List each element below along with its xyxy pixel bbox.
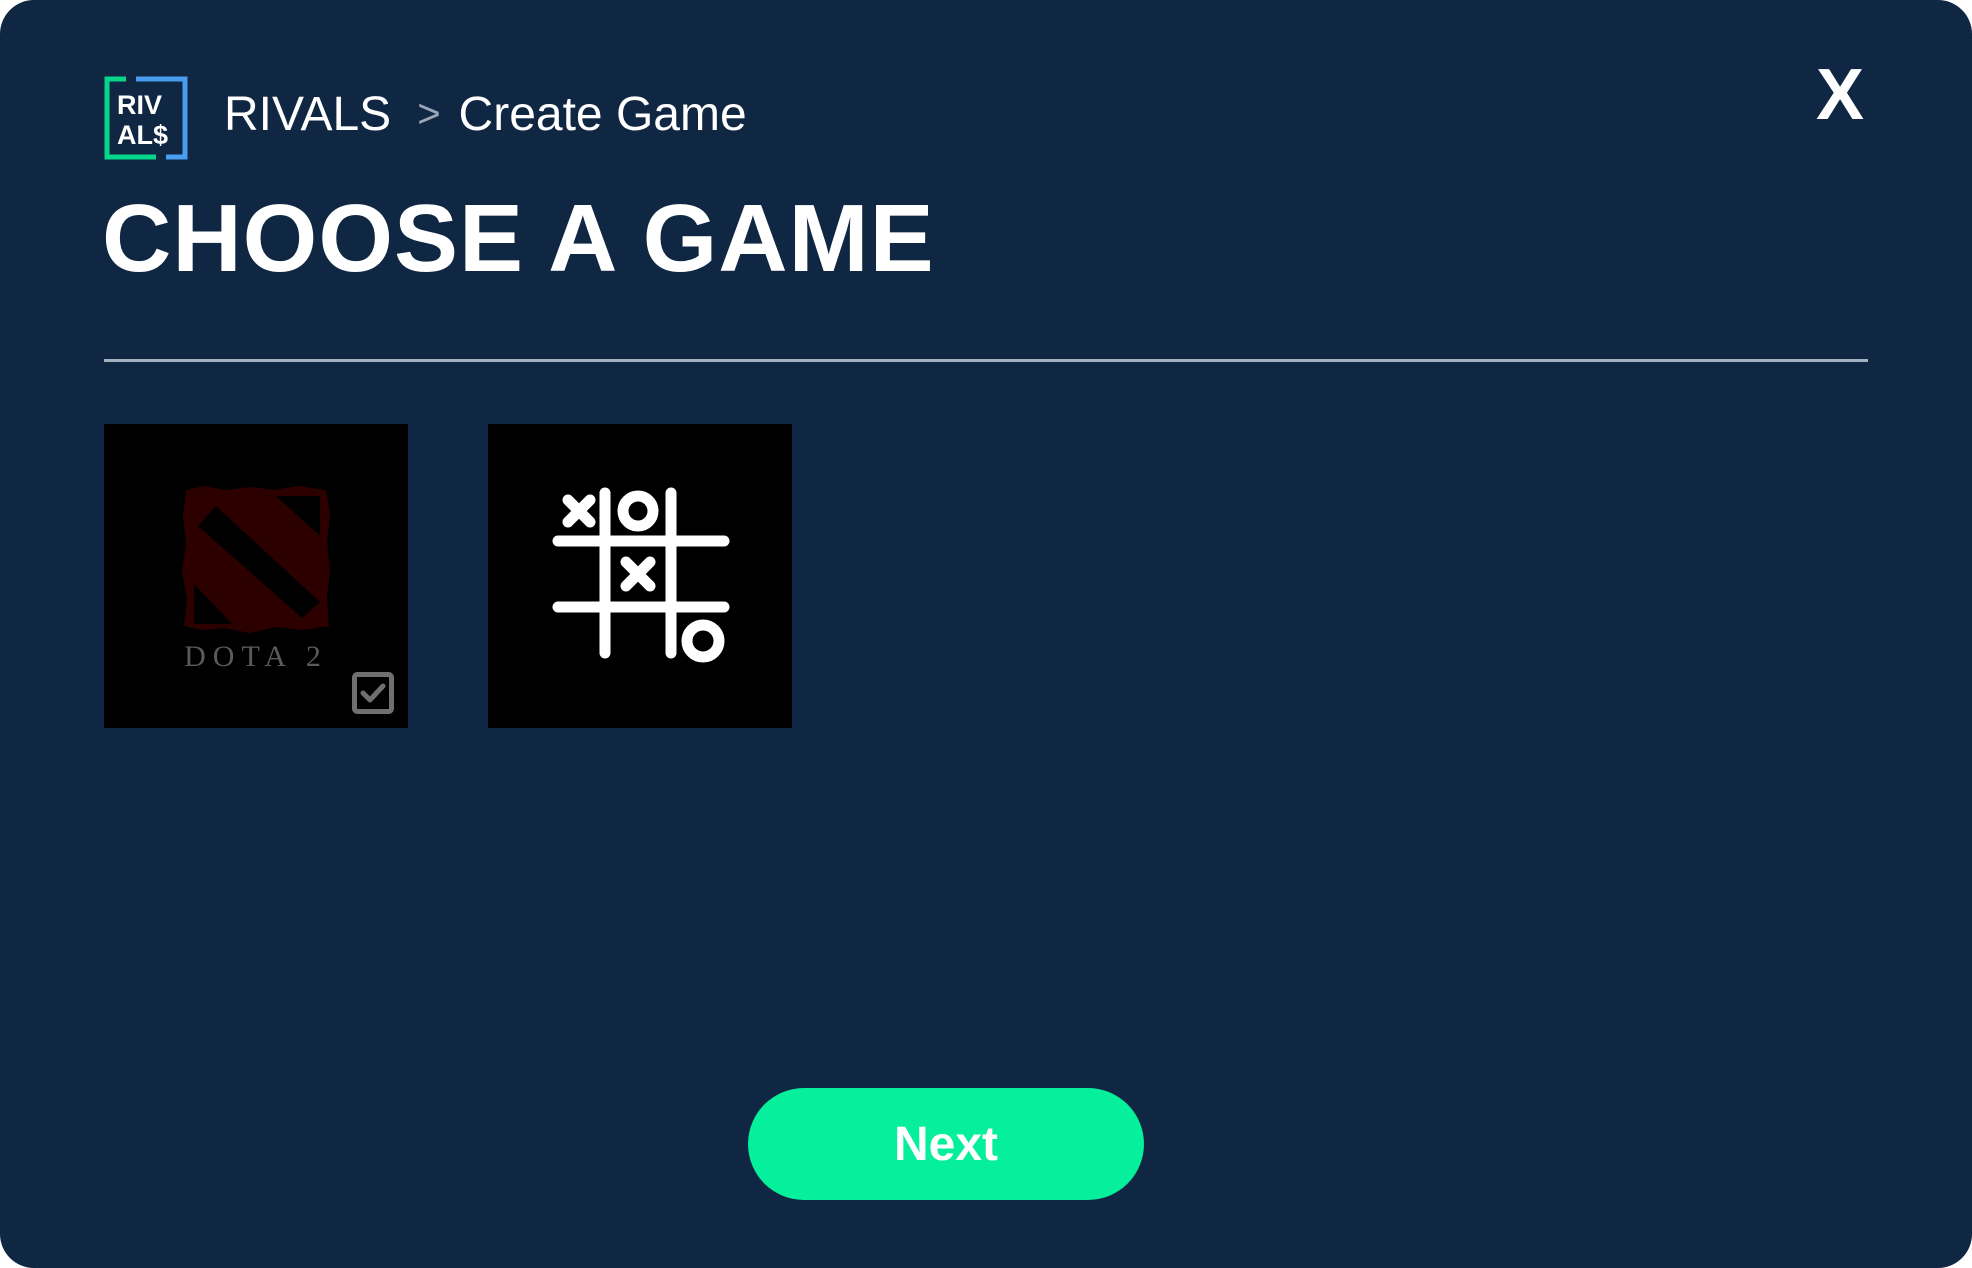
tic-tac-toe-icon xyxy=(552,487,730,663)
rivals-logo: RIV AL$ xyxy=(104,76,188,160)
svg-text:RIV: RIV xyxy=(117,90,162,120)
dota2-logo-icon xyxy=(182,486,330,633)
next-button[interactable]: Next xyxy=(748,1088,1144,1200)
breadcrumb-current: Create Game xyxy=(458,87,747,141)
close-button[interactable]: X xyxy=(1812,59,1868,131)
divider xyxy=(104,359,1868,362)
page-title: CHOOSE A GAME xyxy=(102,185,935,292)
breadcrumb-separator: > xyxy=(417,91,441,136)
game-card-tic-tac-toe[interactable] xyxy=(488,424,792,728)
selected-checkbox-icon[interactable] xyxy=(352,672,394,714)
game-label-dota2: DOTA 2 xyxy=(184,640,328,673)
game-card-dota2[interactable]: DOTA 2 xyxy=(104,424,408,728)
breadcrumb: RIVALS > Create Game xyxy=(224,84,747,144)
create-game-modal: RIV AL$ RIVALS > Create Game X CHOOSE A … xyxy=(0,0,1972,1268)
svg-text:AL$: AL$ xyxy=(117,120,168,150)
breadcrumb-root[interactable]: RIVALS xyxy=(224,87,391,142)
